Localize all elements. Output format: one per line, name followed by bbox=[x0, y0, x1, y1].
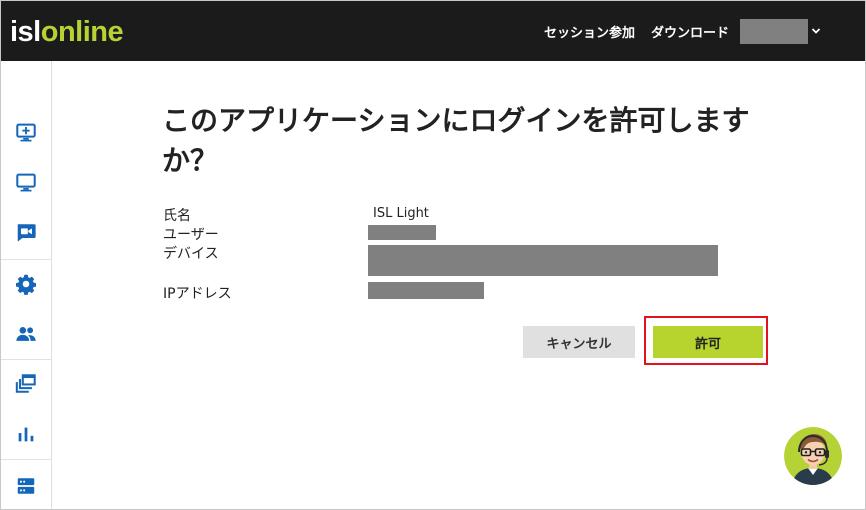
video-icon bbox=[17, 224, 36, 242]
field-label-ip-address: IPアドレス bbox=[163, 286, 232, 302]
field-value-name: ISL Light bbox=[373, 206, 429, 221]
bar-chart-icon bbox=[18, 427, 34, 442]
gear-icon bbox=[16, 274, 36, 295]
field-label-device: デバイス bbox=[163, 246, 219, 262]
monitor-icon bbox=[16, 173, 36, 192]
top-bar: islonline セッション参加 ダウンロード bbox=[1, 1, 865, 61]
cancel-button[interactable]: キャンセル bbox=[523, 326, 635, 358]
sidebar-item-reports[interactable] bbox=[1, 409, 51, 459]
sidebar-item-sessions[interactable] bbox=[1, 359, 51, 409]
users-icon bbox=[16, 327, 36, 341]
sidebar-item-servers[interactable] bbox=[1, 461, 51, 509]
sidebar-divider bbox=[1, 459, 51, 460]
sidebar-item-users[interactable] bbox=[1, 309, 51, 359]
chevron-down-icon[interactable] bbox=[811, 26, 821, 36]
sidebar-item-settings[interactable] bbox=[1, 259, 51, 309]
sidebar-item-meetings[interactable] bbox=[1, 207, 51, 257]
field-value-device-redacted bbox=[368, 245, 718, 276]
sidebar bbox=[1, 61, 52, 509]
support-chat-avatar[interactable] bbox=[784, 427, 842, 485]
page-title: このアプリケーションにログインを許可しますか？ bbox=[162, 104, 750, 177]
server-icon bbox=[17, 478, 35, 494]
logo-online-text: online bbox=[40, 16, 124, 48]
islonline-logo[interactable]: islonline bbox=[10, 16, 124, 48]
field-value-ip-redacted bbox=[368, 282, 484, 299]
add-screen-icon bbox=[16, 123, 36, 142]
sidebar-item-computers[interactable] bbox=[1, 157, 51, 207]
field-label-name: 氏名 bbox=[163, 208, 191, 224]
app-window: islonline セッション参加 ダウンロード このアプリケーションにログイン… bbox=[0, 0, 866, 510]
nav-download-link[interactable]: ダウンロード bbox=[651, 22, 729, 41]
logo-isl-text: isl bbox=[10, 16, 41, 48]
nav-join-session-link[interactable]: セッション参加 bbox=[544, 22, 635, 41]
allow-button-highlight bbox=[644, 316, 768, 365]
user-menu-redacted-name[interactable] bbox=[740, 19, 808, 44]
windows-stack-icon bbox=[15, 374, 36, 393]
field-label-user: ユーザー bbox=[163, 227, 219, 243]
field-value-user-redacted bbox=[368, 225, 436, 240]
sidebar-item-start-session[interactable] bbox=[1, 107, 51, 157]
